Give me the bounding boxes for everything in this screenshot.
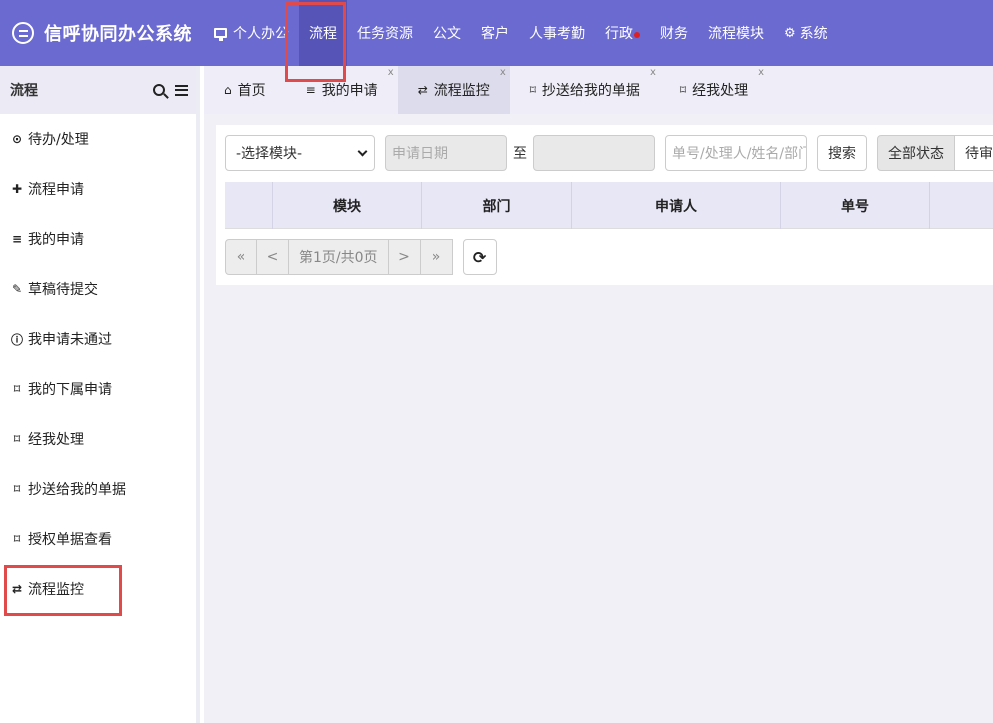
- nav-item-system[interactable]: ⚙ 系统: [774, 0, 838, 66]
- sidebar-item-drafts[interactable]: ✎ 草稿待提交: [0, 264, 196, 314]
- column-header-extra[interactable]: [930, 182, 993, 229]
- nav-item-administration[interactable]: 行政: [595, 0, 650, 66]
- chat-bubble-icon: [12, 22, 34, 44]
- monitor-panel: -选择模块- 申请日期 至 单号/处理人/姓名/部门 搜索 全部状态 待审核 模…: [216, 125, 993, 285]
- sidebar-menu: ⊙ 待办/处理 ✚ 流程申请 ≡ 我的申请 ✎ 草稿待提交 ⓘ 我申请未通过 ⌑…: [0, 114, 196, 614]
- monitor-icon: [214, 28, 227, 41]
- search-button[interactable]: 搜索: [817, 135, 867, 171]
- pagination: « < 第1页/共0页 > » ⟳: [225, 239, 497, 275]
- clock-icon: ⊙: [11, 132, 23, 146]
- brand[interactable]: 信呼协同办公系统: [12, 0, 192, 66]
- tab-close-icon[interactable]: x: [500, 67, 506, 78]
- status-filter-group: 全部状态 待审核: [877, 135, 993, 171]
- highlight-nav-workflow: [285, 2, 346, 82]
- refresh-icon[interactable]: ⟳: [462, 239, 497, 275]
- main-content: ⌂ 首页 ≡ 我的申请 x ⇄ 流程监控 x ⌑ 抄送给我的单据 x ⌑ 经我处…: [204, 66, 993, 723]
- align-left-icon: ≡: [305, 83, 316, 97]
- tab-home[interactable]: ⌂ 首页: [204, 66, 286, 114]
- date-range-separator: 至: [513, 146, 527, 162]
- info-circle-icon: ⓘ: [10, 332, 23, 347]
- plus-icon: ✚: [11, 182, 23, 196]
- edit-icon: ✎: [11, 282, 23, 296]
- search-icon[interactable]: [153, 84, 165, 96]
- module-select[interactable]: -选择模块-: [225, 135, 375, 171]
- sidebar-title: 流程: [10, 83, 38, 99]
- notification-dot-icon: [634, 32, 640, 38]
- sidebar-item-handled-by-me[interactable]: ⌑ 经我处理: [0, 414, 196, 464]
- tab-handled-by-me[interactable]: ⌑ 经我处理 x: [660, 66, 768, 114]
- sidebar-item-subordinate-applications[interactable]: ⌑ 我的下属申请: [0, 364, 196, 414]
- tab-close-icon[interactable]: x: [758, 67, 764, 78]
- keyword-search-input[interactable]: 单号/处理人/姓名/部门: [665, 135, 807, 171]
- retweet-icon: ⇄: [417, 83, 428, 97]
- sidebar-item-my-applications[interactable]: ≡ 我的申请: [0, 214, 196, 264]
- column-header-number[interactable]: 单号: [781, 182, 930, 229]
- column-header-checkbox[interactable]: [225, 182, 273, 229]
- page-info: 第1页/共0页: [289, 239, 389, 275]
- align-left-icon: ≡: [11, 232, 23, 246]
- chevron-down-icon: [357, 146, 368, 156]
- bookmark-icon: ⌑: [679, 83, 687, 97]
- nav-item-hr-attendance[interactable]: 人事考勤: [519, 0, 595, 66]
- gear-icon: ⚙: [784, 25, 796, 41]
- tab-workflow-monitor[interactable]: ⇄ 流程监控 x: [397, 66, 510, 114]
- bookmark-icon: ⌑: [13, 432, 21, 446]
- first-page-button[interactable]: «: [225, 239, 257, 275]
- column-header-applicant[interactable]: 申请人: [572, 182, 781, 229]
- app-title: 信呼协同办公系统: [44, 24, 192, 45]
- home-icon: ⌂: [224, 83, 232, 97]
- bookmark-icon: ⌑: [529, 83, 536, 97]
- sidebar-item-apply[interactable]: ✚ 流程申请: [0, 164, 196, 214]
- status-pending-button[interactable]: 待审核: [955, 135, 993, 171]
- nav-item-customers[interactable]: 客户: [471, 0, 519, 66]
- sidebar: 流程 ⊙ 待办/处理 ✚ 流程申请 ≡ 我的申请 ✎ 草稿待提交 ⓘ 我申请未通…: [0, 66, 200, 723]
- data-table-header: 模块 部门 申请人 单号: [225, 182, 993, 229]
- sidebar-item-rejected[interactable]: ⓘ 我申请未通过: [0, 314, 196, 364]
- sidebar-item-authorized-view[interactable]: ⌑ 授权单据查看: [0, 514, 196, 564]
- sidebar-item-cc-to-me[interactable]: ⌑ 抄送给我的单据: [0, 464, 196, 514]
- sidebar-item-todo[interactable]: ⊙ 待办/处理: [0, 114, 196, 164]
- nav-item-workflow-modules[interactable]: 流程模块: [698, 0, 774, 66]
- column-header-department[interactable]: 部门: [422, 182, 572, 229]
- bookmark-icon: ⌑: [13, 482, 21, 496]
- highlight-sidebar-workflow-monitor: [4, 565, 122, 616]
- filter-bar: -选择模块- 申请日期 至 单号/处理人/姓名/部门 搜索 全部状态 待审核: [225, 135, 993, 171]
- tab-close-icon[interactable]: x: [650, 67, 656, 78]
- next-page-button[interactable]: >: [388, 239, 421, 275]
- column-header-module[interactable]: 模块: [273, 182, 422, 229]
- nav-item-tasks-resources[interactable]: 任务资源: [347, 0, 423, 66]
- sidebar-header: 流程: [0, 66, 196, 114]
- menu-icon[interactable]: [175, 84, 188, 96]
- top-navbar: 信呼协同办公系统 个人办公 流程 任务资源 公文 客户 人事考勤 行政 财务 流…: [0, 0, 993, 66]
- tab-cc-to-me[interactable]: ⌑ 抄送给我的单据 x: [510, 66, 660, 114]
- prev-page-button[interactable]: <: [257, 239, 289, 275]
- last-page-button[interactable]: »: [420, 239, 453, 275]
- start-date-input[interactable]: 申请日期: [385, 135, 507, 171]
- nav-item-finance[interactable]: 财务: [650, 0, 698, 66]
- status-all-button[interactable]: 全部状态: [877, 135, 955, 171]
- end-date-input[interactable]: [533, 135, 655, 171]
- nav-item-documents[interactable]: 公文: [423, 0, 471, 66]
- bookmark-icon: ⌑: [13, 532, 21, 546]
- bookmark-icon: ⌑: [13, 382, 21, 396]
- tab-close-icon[interactable]: x: [388, 67, 394, 78]
